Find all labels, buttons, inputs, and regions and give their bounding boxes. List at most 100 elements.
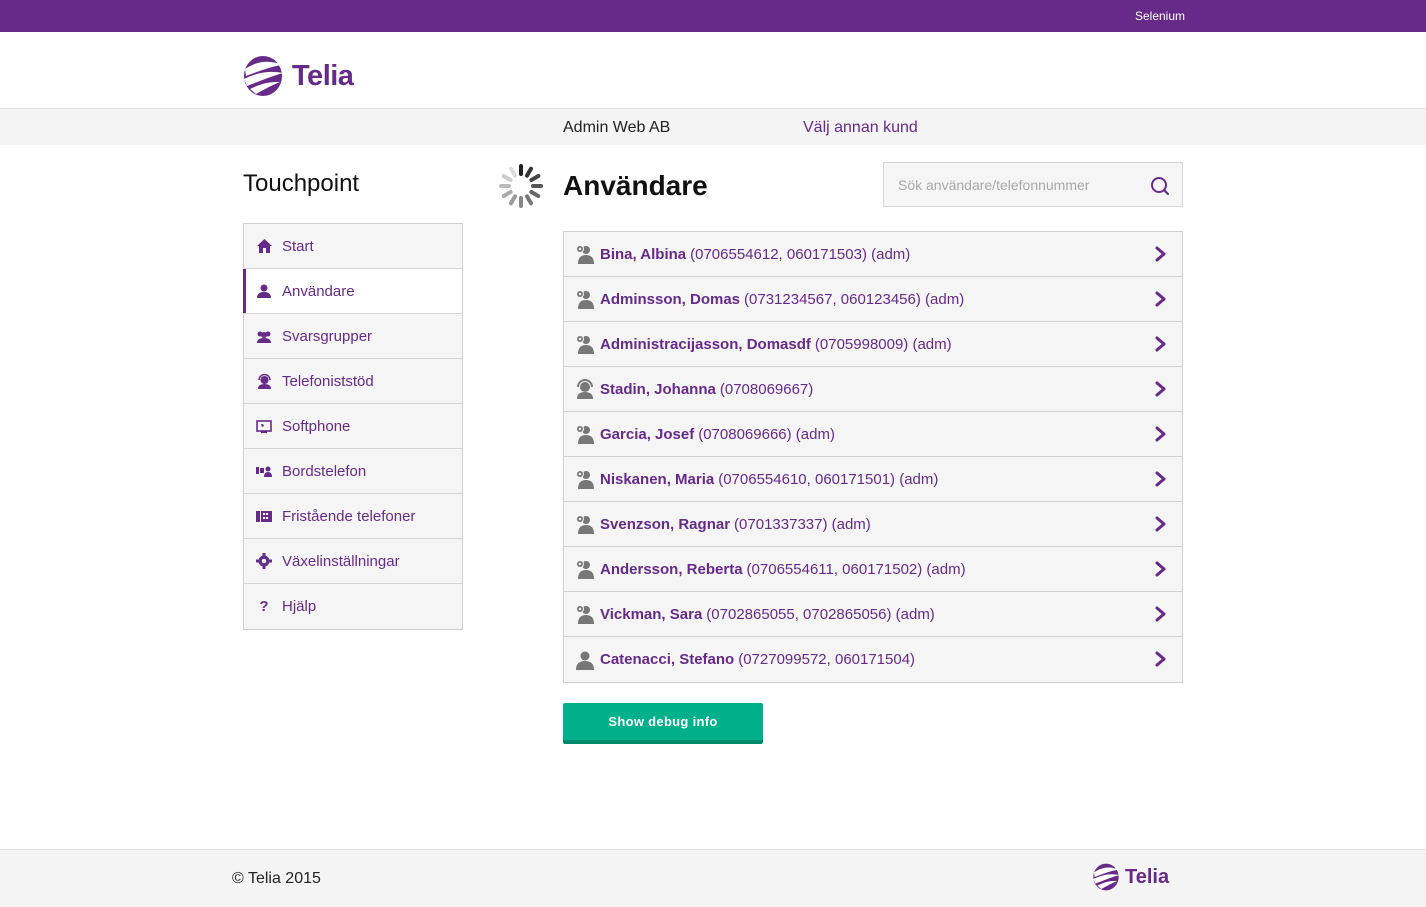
sidebar-item-telefoniststod[interactable]: Telefoniststöd [244,359,462,404]
user-detail: (0705998009) (adm) [814,335,952,353]
user-name: Svenzson, Ragnar [600,515,731,533]
user-detail: (0731234567, 060123456) (adm) [744,290,965,308]
sidebar-item-anvandare[interactable]: Användare [243,269,462,314]
user-list-item[interactable]: Vickman, Sara (0702865055, 0702865056) (a… [564,592,1182,637]
sidebar-nav: Start Användare Svarsgrupper Telefonists… [243,223,463,630]
sidebar-item-hjalp[interactable]: ? Hjälp [244,584,462,629]
change-customer-link[interactable]: Välj annan kund [803,119,918,137]
customer-bar: Admin Web AB Välj annan kund [0,108,1426,145]
chevron-right-icon [1155,516,1166,532]
sidebar-item-vaxelinstallningar[interactable]: Växelinställningar [244,539,462,584]
sidebar-item-label: Softphone [282,417,351,435]
telia-logo[interactable]: Telia [242,54,354,98]
standalone-phone-icon [256,508,272,524]
user-name: Administracijasson, Domasdf [600,335,811,353]
user-icon [256,283,272,299]
sidebar-item-start[interactable]: Start [244,224,462,269]
operator-user-icon [574,378,596,400]
admin-user-icon [574,603,596,625]
deskphone-icon [256,463,272,479]
admin-user-icon [574,243,596,265]
sidebar-item-svarsgrupper[interactable]: Svarsgrupper [244,314,462,359]
admin-user-icon [574,513,596,535]
user-detail: (0702865055, 0702865056) (adm) [706,605,935,623]
copyright-text: © Telia 2015 [232,870,321,887]
chevron-right-icon [1155,381,1166,397]
user-name: Andersson, Reberta [600,560,743,578]
gear-icon [256,553,272,569]
chevron-right-icon [1155,471,1166,487]
chevron-right-icon [1155,336,1166,352]
help-icon: ? [259,598,269,615]
sidebar-item-label: Start [282,237,314,255]
user-name: Stadin, Johanna [600,380,716,398]
user-list-item[interactable]: Administracijasson, Domasdf (0705998009) … [564,322,1182,367]
search-input[interactable] [884,163,1134,206]
admin-user-icon [574,423,596,445]
loading-spinner-icon [499,164,543,208]
user-detail: (0727099572, 060171504) [738,651,916,668]
header: Telia [0,32,1426,108]
user-icon [574,649,596,671]
search-icon[interactable] [1150,176,1170,196]
user-list-item[interactable]: Andersson, Reberta (0706554611, 060171502… [564,547,1182,592]
telia-logo-text: Telia [292,59,354,92]
user-list-item[interactable]: Bina, Albina (0706554612, 060171503) (adm… [564,232,1182,277]
user-detail: (0706554612, 060171503) (adm) [690,245,911,263]
sidebar-item-label: Telefoniststöd [282,372,374,390]
chevron-right-icon [1155,561,1166,577]
user-list: Bina, Albina (0706554612, 060171503) (adm… [563,231,1183,683]
user-detail: (0708069666) (adm) [698,425,835,443]
chevron-right-icon [1155,606,1166,622]
user-list-item[interactable]: Garcia, Josef (0708069666) (adm) [564,412,1182,457]
sidebar-item-fristaende-telefoner[interactable]: Fristående telefoner [244,494,462,539]
top-bar: Selenium [0,0,1426,32]
sidebar-item-label: Användare [282,282,355,300]
user-name: Niskanen, Maria [600,470,715,488]
sidebar-item-label: Svarsgrupper [282,327,373,345]
page-title: Användare [563,170,708,201]
chevron-right-icon [1155,426,1166,442]
show-debug-info-button[interactable]: Show debug info [563,703,763,744]
footer-telia-logo[interactable]: Telia [1092,862,1169,892]
user-list-item[interactable]: Niskanen, Maria (0706554610, 060171501) (… [564,457,1182,502]
user-name: Vickman, Sara [600,605,703,623]
user-detail: (0706554611, 060171502) (adm) [746,560,966,578]
user-list-item[interactable]: Catenacci, Stefano (0727099572, 060171504… [564,637,1182,682]
admin-user-icon [574,468,596,490]
user-list-item[interactable]: Adminsson, Domas (0731234567, 060123456) … [564,277,1182,322]
sidebar-item-label: Växelinställningar [282,552,400,570]
home-icon [256,238,272,254]
telia-logo-icon [244,56,283,96]
customer-name: Admin Web AB [563,119,671,136]
user-detail: (0708069667) [719,380,814,398]
user-detail: (0706554610, 060171501) (adm) [718,470,939,488]
headset-icon [256,373,272,389]
user-search [883,162,1183,207]
chevron-right-icon [1155,651,1166,667]
chevron-right-icon [1155,291,1166,307]
admin-user-icon [574,333,596,355]
chevron-right-icon [1155,246,1166,262]
telia-logo-text: Telia [1125,865,1170,888]
admin-user-icon [574,288,596,310]
sidebar-title: Touchpoint [243,170,360,197]
footer: © Telia 2015 Telia [0,849,1426,907]
user-list-item[interactable]: Svenzson, Ragnar (0701337337) (adm) [564,502,1182,547]
user-detail: (0701337337) (adm) [734,515,871,533]
user-name: Garcia, Josef [600,425,695,443]
sidebar-item-bordstelefon[interactable]: Bordstelefon [244,449,462,494]
sidebar-item-softphone[interactable]: Softphone [244,404,462,449]
user-name: Catenacci, Stefano [600,651,735,668]
user-name: Bina, Albina [600,245,687,263]
sidebar-item-label: Fristående telefoner [282,507,416,525]
admin-user-icon [574,558,596,580]
user-name: Adminsson, Domas [600,290,741,308]
sidebar-item-label: Hjälp [282,598,317,615]
sidebar-item-label: Bordstelefon [282,462,367,480]
user-list-item[interactable]: Stadin, Johanna (0708069667) [564,367,1182,412]
group-icon [256,328,272,344]
softphone-icon [256,418,272,434]
telia-logo-icon [1093,863,1120,891]
logged-in-user[interactable]: Selenium [1135,9,1185,23]
